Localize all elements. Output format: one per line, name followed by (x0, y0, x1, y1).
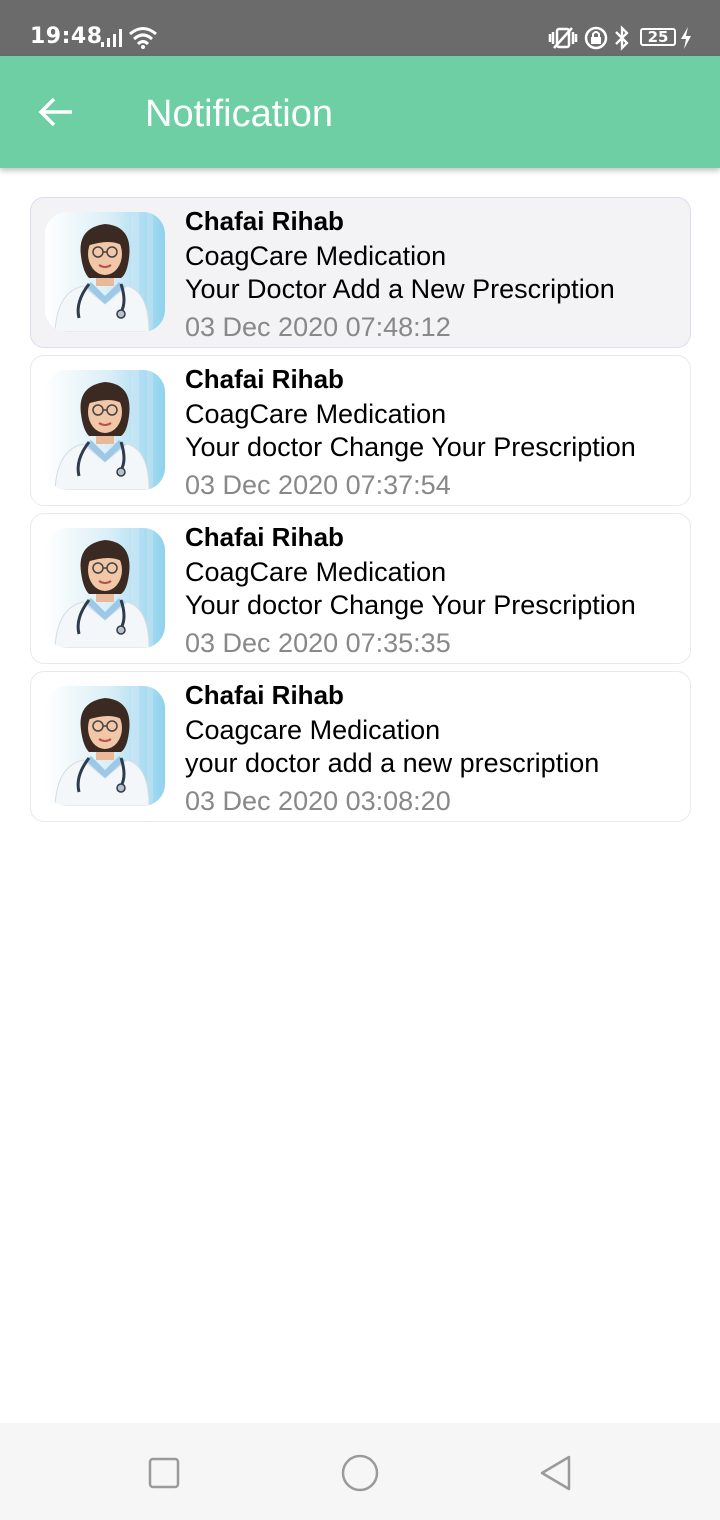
notification-sender: Chafai Rihab (185, 522, 344, 552)
notification-date: 03 Dec 2020 07:37:54 (185, 470, 451, 500)
notification-card[interactable]: Chafai Rihab Coagcare Medication your do… (30, 671, 691, 822)
notification-message: Your doctor Change Your Prescription (185, 432, 636, 462)
notification-message: Your doctor Change Your Prescription (185, 590, 636, 620)
notification-date: 03 Dec 2020 07:48:12 (185, 312, 451, 342)
doctor-avatar (45, 528, 165, 648)
notification-app: CoagCare Medication (185, 241, 447, 271)
bluetooth-icon (615, 25, 629, 51)
notification-app: Coagcare Medication (185, 715, 441, 745)
charging-icon (681, 27, 691, 49)
doctor-avatar (45, 370, 165, 490)
notification-app: CoagCare Medication (185, 557, 447, 587)
notification-date: 03 Dec 2020 03:08:20 (185, 786, 451, 816)
doctor-avatar (45, 686, 165, 806)
battery-level: 25 (647, 28, 669, 46)
notification-app: CoagCare Medication (185, 399, 447, 429)
signal-icon (101, 29, 122, 47)
notification-date: 03 Dec 2020 07:35:35 (185, 628, 451, 658)
home-circle-icon[interactable] (340, 1453, 380, 1493)
notification-sender: Chafai Rihab (185, 206, 344, 236)
arrow-left-icon (38, 97, 72, 127)
notification-list: Chafai Rihab CoagCare Medication Your Do… (30, 197, 691, 829)
battery-icon: 25 (640, 28, 676, 46)
doctor-avatar (45, 212, 165, 332)
system-nav-bar (0, 1423, 720, 1520)
recents-square-icon[interactable] (144, 1453, 184, 1493)
page-title: Notification (145, 93, 333, 135)
back-button[interactable] (28, 84, 84, 140)
back-triangle-icon[interactable] (536, 1453, 576, 1493)
app-bar: Notification (0, 56, 720, 168)
status-time: 19:48 (30, 24, 103, 49)
lock-rotation-icon (584, 26, 608, 50)
notification-card[interactable]: Chafai Rihab CoagCare Medication Your do… (30, 513, 691, 664)
status-bar: 19:48 25 (0, 0, 720, 56)
notification-message: Your Doctor Add a New Prescription (185, 274, 615, 304)
notification-sender: Chafai Rihab (185, 364, 344, 394)
notification-card[interactable]: Chafai Rihab CoagCare Medication Your Do… (30, 197, 691, 348)
notification-sender: Chafai Rihab (185, 680, 344, 710)
vibrate-icon (548, 27, 578, 49)
wifi-icon (129, 27, 157, 49)
notification-message: your doctor add a new prescription (185, 748, 600, 778)
notification-card[interactable]: Chafai Rihab CoagCare Medication Your do… (30, 355, 691, 506)
